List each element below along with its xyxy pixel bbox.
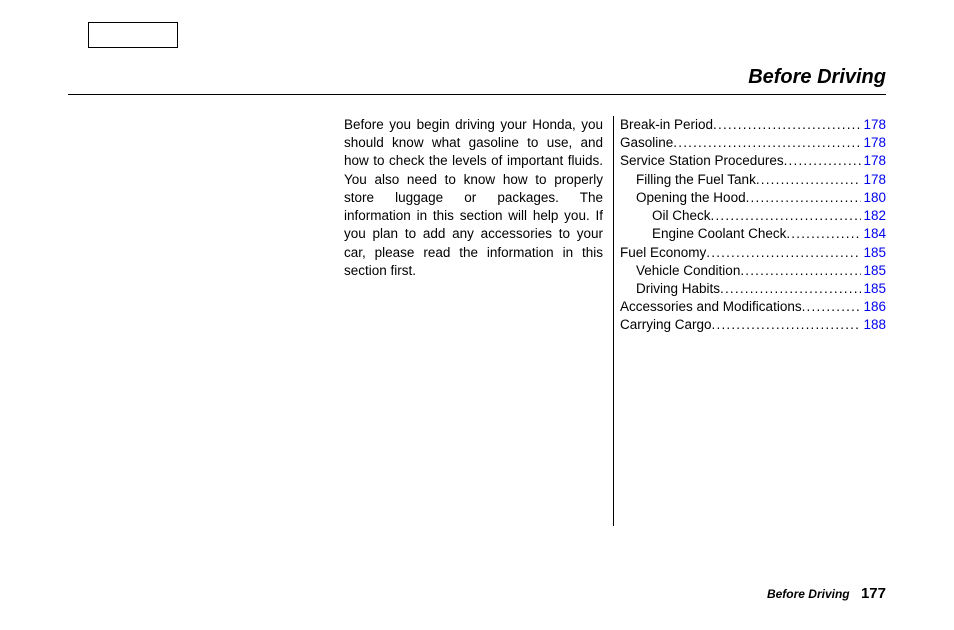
toc-entry-label: Fuel Economy	[620, 244, 706, 262]
toc-entry[interactable]: Fuel Economy............................…	[620, 244, 886, 262]
toc-entry-label: Break-in Period	[620, 116, 713, 134]
toc-entry-page[interactable]: 185	[861, 280, 886, 298]
toc-entry[interactable]: Engine Coolant Check....................…	[620, 225, 886, 243]
toc-entry[interactable]: Vehicle Condition.......................…	[620, 262, 886, 280]
toc-entry-leader: ........................................…	[746, 189, 862, 207]
footer-section-label: Before Driving	[767, 587, 850, 601]
toc-entry-label: Driving Habits	[620, 280, 720, 298]
content-area: Before you begin driving your Honda, you…	[344, 116, 886, 526]
toc-entry-leader: ........................................…	[673, 134, 861, 152]
toc-entry-page[interactable]: 185	[861, 262, 886, 280]
toc-entry-page[interactable]: 178	[861, 152, 886, 170]
tab-marker-box	[88, 22, 178, 48]
toc-entry-leader: ........................................…	[786, 225, 861, 243]
toc-entry-page[interactable]: 188	[861, 316, 886, 334]
toc-entry-label: Gasoline	[620, 134, 673, 152]
toc-entry-page[interactable]: 184	[861, 225, 886, 243]
toc-entry-label: Vehicle Condition	[620, 262, 740, 280]
toc-entry-label: Carrying Cargo	[620, 316, 712, 334]
column-divider	[613, 116, 614, 526]
toc-entry-label: Engine Coolant Check	[620, 225, 786, 243]
toc-entry-leader: ........................................…	[784, 152, 862, 170]
toc-entry-page[interactable]: 178	[861, 171, 886, 189]
toc-entry-label: Accessories and Modifications	[620, 298, 802, 316]
toc-entry-page[interactable]: 178	[861, 134, 886, 152]
toc-entry[interactable]: Carrying Cargo..........................…	[620, 316, 886, 334]
toc-entry-label: Opening the Hood	[620, 189, 746, 207]
toc-entry-page[interactable]: 178	[861, 116, 886, 134]
toc-entry-leader: ........................................…	[740, 262, 861, 280]
toc-entry[interactable]: Service Station Procedures..............…	[620, 152, 886, 170]
header-rule	[68, 94, 886, 95]
footer-page-number: 177	[861, 585, 886, 602]
toc-entry-leader: ........................................…	[802, 298, 862, 316]
toc-entry-page[interactable]: 185	[861, 244, 886, 262]
toc-entry[interactable]: Oil Check...............................…	[620, 207, 886, 225]
toc-entry-page[interactable]: 186	[861, 298, 886, 316]
page-title: Before Driving	[748, 66, 886, 89]
toc-entry-leader: ........................................…	[713, 116, 861, 134]
toc-entry-page[interactable]: 180	[861, 189, 886, 207]
toc-entry-label: Filling the Fuel Tank	[620, 171, 756, 189]
toc-entry[interactable]: Opening the Hood........................…	[620, 189, 886, 207]
toc-entry[interactable]: Break-in Period.........................…	[620, 116, 886, 134]
intro-paragraph: Before you begin driving your Honda, you…	[344, 116, 611, 526]
toc-entry-leader: ........................................…	[711, 207, 862, 225]
toc-entry-leader: ........................................…	[706, 244, 861, 262]
toc-entry[interactable]: Filling the Fuel Tank...................…	[620, 171, 886, 189]
toc-entry[interactable]: Driving Habits..........................…	[620, 280, 886, 298]
toc-entry-page[interactable]: 182	[861, 207, 886, 225]
toc-entry-leader: ........................................…	[720, 280, 861, 298]
toc-entry[interactable]: Accessories and Modifications...........…	[620, 298, 886, 316]
toc-entry-label: Oil Check	[620, 207, 711, 225]
toc-entry-label: Service Station Procedures	[620, 152, 784, 170]
toc-entry-leader: ........................................…	[712, 316, 862, 334]
toc-entry-leader: ........................................…	[756, 171, 862, 189]
page-footer: Before Driving 177	[767, 585, 886, 602]
toc-entry[interactable]: Gasoline................................…	[620, 134, 886, 152]
toc-list: Break-in Period.........................…	[620, 116, 886, 526]
